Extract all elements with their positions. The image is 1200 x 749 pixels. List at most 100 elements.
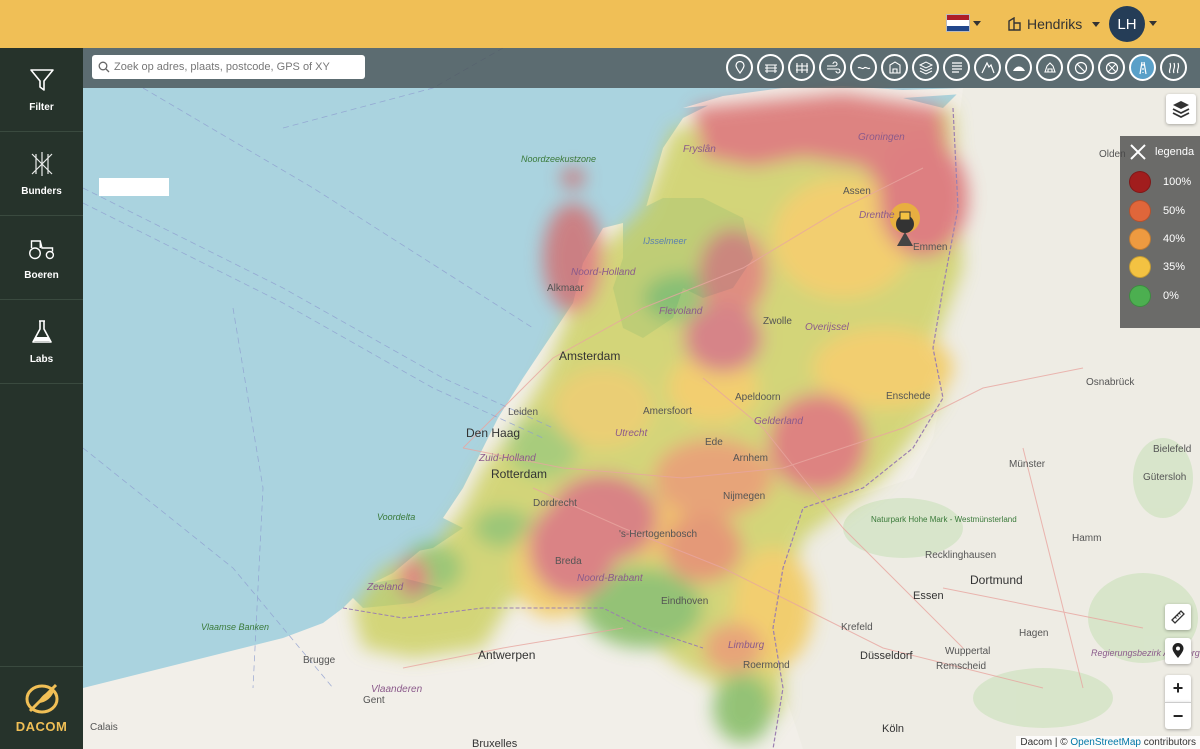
map-canvas[interactable]: Noordzeekustzone Fryslân Groningen Olden…: [83, 48, 1200, 749]
map-label: Naturpark Hohe Mark - Westmünsterland: [871, 515, 1017, 524]
legend-title: legenda: [1155, 146, 1195, 158]
layers-icon: [1172, 101, 1190, 119]
plus-icon: +: [1172, 678, 1184, 698]
map-label: Groningen: [858, 132, 905, 143]
map-label: Essen: [913, 590, 944, 602]
water-layer-button[interactable]: [850, 54, 877, 81]
location-pin-icon: [1172, 643, 1184, 658]
mountain-layer-icon: [980, 61, 995, 73]
building-layer-icon: [888, 60, 901, 74]
dacom-logo-icon: [25, 683, 58, 713]
road-layer-icon: [1138, 61, 1147, 74]
map-label: Noord-Holland: [571, 267, 636, 278]
soil-layer-button[interactable]: [912, 54, 939, 81]
map-label: Leiden: [508, 407, 538, 418]
map-label: Noord-Brabant: [577, 573, 644, 584]
legend-item-label: 100%: [1163, 176, 1192, 189]
attribution-prefix: Dacom | ©: [1020, 737, 1068, 748]
language-chevron-down-icon[interactable]: [973, 21, 981, 26]
fence-layer-button[interactable]: [788, 54, 815, 81]
no-entry-layer-button[interactable]: [1067, 54, 1094, 81]
map-label: Flevoland: [659, 306, 703, 317]
map-label: Alkmaar: [547, 283, 584, 294]
legend-panel: legenda 100% 50% 40% 35% 0%: [1120, 136, 1200, 328]
company-selector[interactable]: Hendriks: [1008, 14, 1101, 34]
map-label: Emmen: [913, 242, 947, 253]
sidebar-item-label: Labs: [29, 354, 54, 365]
legend-item: 40%: [1120, 225, 1200, 253]
wind-layer-button[interactable]: [819, 54, 846, 81]
heat-layer-button[interactable]: [1160, 54, 1187, 81]
company-icon: [1008, 17, 1021, 31]
map-label: Dordrecht: [533, 498, 577, 509]
field-layer-icon: [764, 64, 777, 73]
legend-color-swatch: [1129, 227, 1151, 250]
map-label: Wuppertal: [945, 646, 990, 657]
avatar-chevron-down-icon[interactable]: [1149, 21, 1157, 26]
sidebar: Filter Bunders Boeren Labs DACOM: [0, 48, 83, 749]
search-input[interactable]: [114, 61, 364, 73]
map-label: Calais: [90, 722, 118, 733]
measure-button[interactable]: [1165, 604, 1191, 630]
location-layer-icon: [734, 60, 745, 74]
legend-header: legenda: [1120, 136, 1200, 168]
sidebar-item-bunders[interactable]: Bunders: [0, 132, 83, 216]
lines-layer-button[interactable]: [943, 54, 970, 81]
legend-items: 100% 50% 40% 35% 0%: [1120, 168, 1200, 310]
locate-button[interactable]: [1165, 638, 1191, 664]
map-label: 's-Hertogenbosch: [619, 529, 697, 540]
mountain-layer-button[interactable]: [974, 54, 1001, 81]
ruler-icon: [1171, 610, 1185, 624]
map-label: Gent: [363, 695, 385, 706]
map-label: Overijssel: [805, 322, 850, 333]
animals-layer-button[interactable]: [1036, 54, 1063, 81]
map-label: Hagen: [1019, 628, 1048, 639]
map-label: Remscheid: [936, 661, 986, 672]
map-view[interactable]: Noordzeekustzone Fryslân Groningen Olden…: [83, 48, 1200, 749]
sidebar-item-labs[interactable]: Labs: [0, 300, 83, 384]
osm-link[interactable]: OpenStreetMap: [1070, 737, 1141, 748]
company-name: Hendriks: [1027, 16, 1083, 32]
bunders-icon: [31, 152, 52, 176]
sidebar-item-filter[interactable]: Filter: [0, 48, 83, 132]
water-layer-icon: [857, 66, 870, 69]
map-label: Gelderland: [754, 416, 803, 427]
legend-color-swatch: [1129, 284, 1151, 307]
legend-item: 35%: [1120, 253, 1200, 281]
animals-layer-icon: [1043, 61, 1056, 73]
legend-item-label: 0%: [1163, 289, 1179, 302]
language-flag-icon[interactable]: [946, 14, 970, 32]
legend-color-swatch: [1129, 256, 1151, 279]
logo-text: DACOM: [15, 718, 68, 734]
flag-stripe-blue: [947, 25, 969, 31]
legend-color-swatch: [1129, 171, 1151, 194]
sidebar-item-boeren[interactable]: Boeren: [0, 216, 83, 300]
close-icon[interactable]: [1129, 143, 1147, 161]
avatar[interactable]: LH: [1109, 6, 1145, 42]
sidebar-item-label: Filter: [29, 102, 54, 113]
map-label: Bielefeld: [1153, 444, 1191, 455]
map-label: Amsterdam: [559, 349, 620, 363]
zoom-in-button[interactable]: +: [1165, 675, 1191, 702]
prohibited-layer-button[interactable]: [1098, 54, 1125, 81]
map-label: Zwolle: [763, 316, 792, 327]
location-layer-button[interactable]: [726, 54, 753, 81]
map-label: Rotterdam: [491, 467, 547, 481]
building-layer-button[interactable]: [881, 54, 908, 81]
legend-item-label: 40%: [1163, 232, 1186, 245]
field-layer-button[interactable]: [757, 54, 784, 81]
search-icon: [98, 61, 110, 73]
map-label: Apeldoorn: [735, 392, 781, 403]
no-entry-layer-icon: [1074, 61, 1087, 74]
zoom-out-button[interactable]: −: [1165, 702, 1191, 729]
map-label: Vlaamse Banken: [201, 622, 269, 632]
hill-layer-button[interactable]: [1005, 54, 1032, 81]
map-label: Gütersloh: [1143, 472, 1186, 483]
layers-toggle-button[interactable]: [1166, 94, 1196, 124]
road-layer-button[interactable]: [1129, 54, 1156, 81]
map-label: Den Haag: [466, 426, 520, 440]
map-label: Assen: [843, 186, 871, 197]
map-label: Zuid-Holland: [478, 453, 536, 464]
map-label: Drenthe: [859, 210, 895, 221]
search-box[interactable]: [92, 55, 365, 79]
